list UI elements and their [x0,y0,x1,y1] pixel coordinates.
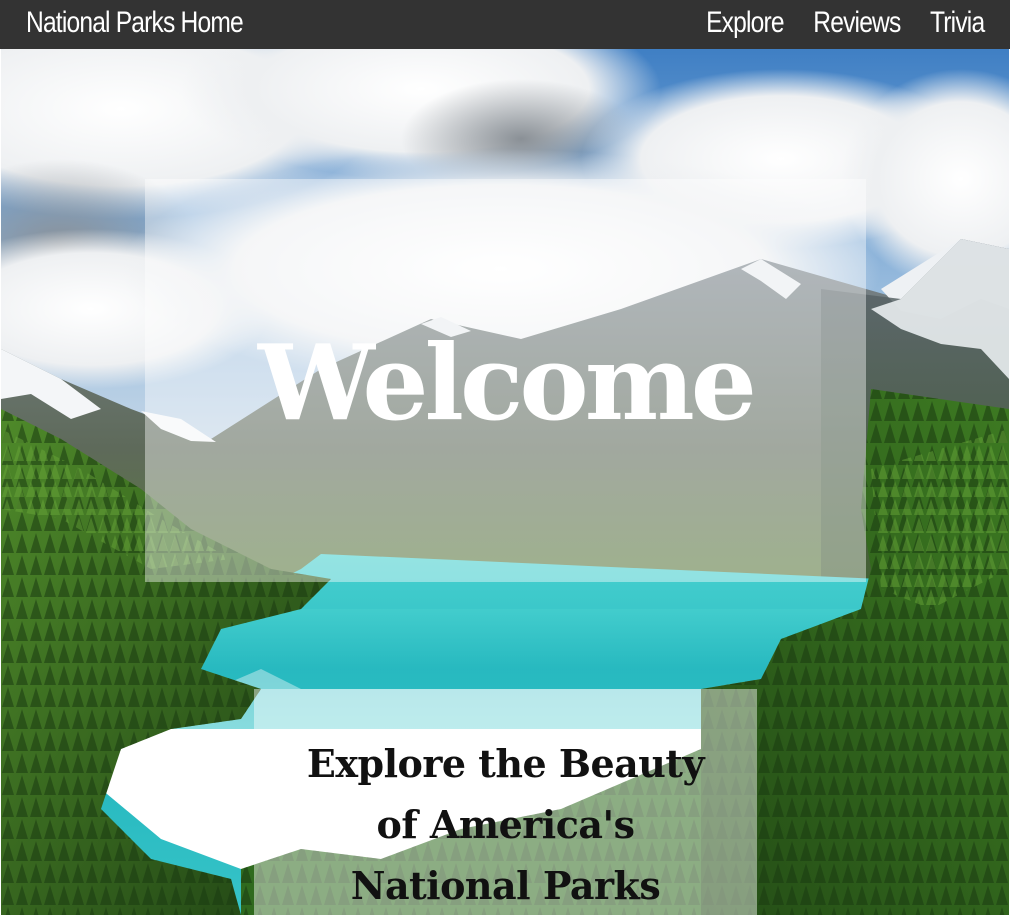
welcome-heading: Welcome [258,320,757,444]
nav-link-reviews[interactable]: Reviews [813,0,901,45]
nav-link-explore[interactable]: Explore [706,0,784,45]
tagline-panel: Explore the Beauty of America's National… [254,689,757,915]
nav-home-link[interactable]: National Parks Home [26,0,244,45]
nav-link-trivia[interactable]: Trivia [930,0,985,45]
tagline-heading: Explore the Beauty of America's National… [306,741,705,908]
welcome-panel: Welcome [145,179,866,582]
nav-links: Explore Reviews Trivia [676,0,985,45]
top-navbar: National Parks Home Explore Reviews Triv… [0,0,1010,49]
page: National Parks Home Explore Reviews Triv… [0,0,1010,915]
